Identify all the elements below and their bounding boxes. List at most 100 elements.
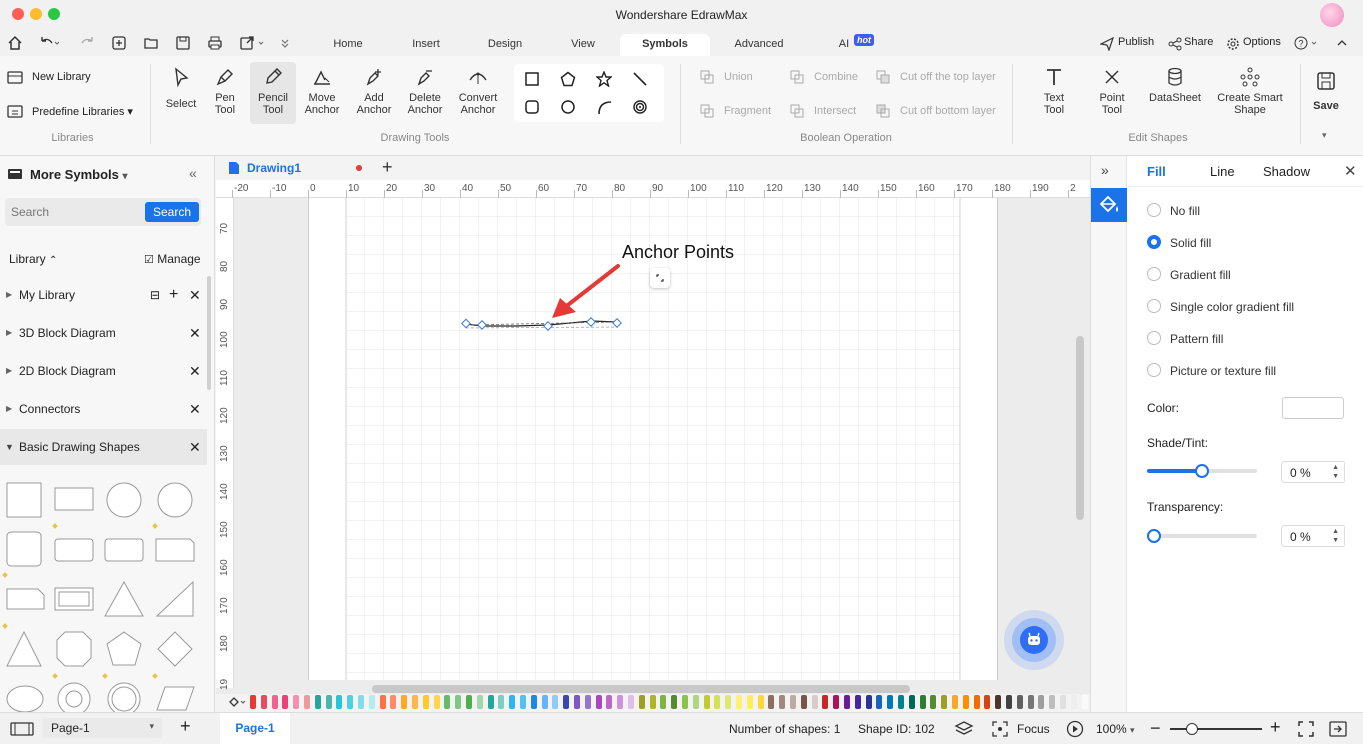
color-swatch[interactable]	[930, 695, 937, 709]
tab-design[interactable]: Design	[476, 34, 534, 56]
fit-page-icon[interactable]	[1298, 721, 1314, 737]
more-chevron-icon[interactable]	[279, 35, 291, 51]
color-swatch[interactable]	[325, 695, 332, 709]
shade-slider-handle[interactable]	[1195, 464, 1209, 478]
expand-panel-icon[interactable]: »	[1101, 162, 1109, 178]
stepper-icon[interactable]: ▲ ▼	[1332, 527, 1339, 545]
color-swatch[interactable]	[628, 695, 634, 709]
more-symbols-title[interactable]: More Symbols ▾	[30, 167, 128, 182]
intersect-button[interactable]: Intersect	[814, 105, 856, 117]
color-swatch[interactable]	[660, 695, 667, 709]
color-swatch[interactable]	[1060, 695, 1066, 709]
close-panel-icon[interactable]: ✕	[1344, 162, 1357, 180]
color-swatch[interactable]	[962, 695, 969, 709]
shape-parallelogram[interactable]	[156, 686, 195, 711]
panel-scrollbar[interactable]	[207, 276, 211, 390]
help-icon[interactable]: ?	[1294, 36, 1322, 50]
shape-rectangle[interactable]	[54, 487, 94, 511]
save-icon[interactable]	[175, 35, 191, 51]
search-button[interactable]: Search	[145, 202, 199, 222]
arc-tool-icon[interactable]	[596, 99, 612, 115]
shape-square[interactable]	[6, 482, 42, 518]
color-swatch[interactable]	[876, 695, 883, 709]
color-picker[interactable]	[1282, 397, 1344, 419]
library-item-my-library[interactable]: ▶ My Library ⊟ + ✕	[0, 277, 207, 313]
transparency-value-input[interactable]: 0 % ▲ ▼	[1281, 525, 1345, 547]
new-file-icon[interactable]	[111, 35, 127, 51]
color-swatch[interactable]	[1027, 695, 1034, 709]
add-anchor-button[interactable]: Add Anchor	[352, 66, 396, 116]
color-swatch[interactable]	[282, 695, 289, 709]
color-swatch[interactable]	[444, 695, 451, 709]
color-swatch[interactable]	[314, 695, 321, 709]
color-swatch[interactable]	[595, 695, 602, 709]
color-swatch[interactable]	[682, 695, 688, 709]
color-swatch[interactable]	[952, 695, 958, 709]
horizontal-scrollbar[interactable]	[372, 685, 910, 693]
import-icon[interactable]: ⊟	[150, 277, 160, 313]
library-item-connectors[interactable]: ▶ Connectors ✕	[0, 391, 207, 427]
share-button[interactable]: Share	[1184, 36, 1213, 48]
color-swatch[interactable]	[833, 695, 840, 709]
fullscreen-icon[interactable]	[1329, 721, 1347, 737]
home-icon[interactable]	[7, 35, 23, 51]
close-icon[interactable]: ✕	[189, 277, 201, 313]
color-swatch[interactable]	[466, 695, 472, 709]
line-tool-icon[interactable]	[632, 71, 648, 87]
color-swatch[interactable]	[520, 695, 526, 709]
library-item-2d-block-diagram[interactable]: ▶ 2D Block Diagram ✕	[0, 353, 207, 389]
tab-symbols[interactable]: Symbols	[620, 34, 710, 56]
zoom-slider-handle[interactable]	[1186, 723, 1198, 735]
color-swatch[interactable]	[368, 695, 375, 709]
color-swatch[interactable]	[250, 695, 256, 709]
color-swatch[interactable]	[1016, 695, 1023, 709]
rectangle-tool-icon[interactable]	[524, 71, 540, 87]
zoom-in-icon[interactable]: +	[1270, 717, 1281, 738]
star-tool-icon[interactable]	[596, 71, 612, 87]
color-swatch[interactable]	[1006, 695, 1012, 709]
color-swatch[interactable]	[692, 695, 699, 709]
color-swatch[interactable]	[844, 695, 850, 709]
layers-icon[interactable]	[954, 720, 974, 738]
color-swatch[interactable]	[347, 695, 354, 709]
color-swatch[interactable]	[487, 695, 494, 709]
zoom-dropdown[interactable]: 100% ▾	[1096, 722, 1135, 736]
color-swatch[interactable]	[574, 695, 580, 709]
color-swatch[interactable]	[649, 695, 656, 709]
color-swatch[interactable]	[563, 695, 570, 709]
shape-right-triangle[interactable]	[155, 580, 194, 617]
combine-button[interactable]: Combine	[814, 71, 858, 83]
tab-home[interactable]: Home	[320, 34, 376, 56]
color-swatch[interactable]	[973, 695, 980, 709]
color-swatch[interactable]	[736, 695, 742, 709]
shade-value-input[interactable]: 0 % ▲ ▼	[1281, 461, 1345, 483]
color-swatch[interactable]	[336, 695, 343, 709]
color-swatch[interactable]	[746, 695, 753, 709]
color-swatch[interactable]	[768, 695, 775, 709]
shape-diamond[interactable]	[157, 631, 193, 667]
shape-rounded-rectangle[interactable]	[54, 538, 94, 562]
color-swatch[interactable]	[584, 695, 591, 709]
no-fill-radio[interactable]	[1147, 203, 1161, 217]
cut-off-bottom-layer-button[interactable]: Cut off bottom layer	[900, 105, 996, 117]
picture-texture-fill-radio[interactable]	[1147, 363, 1161, 377]
rotate-handle-icon[interactable]	[650, 268, 670, 288]
close-icon[interactable]: ✕	[189, 353, 201, 389]
color-swatch[interactable]	[293, 695, 300, 709]
publish-button[interactable]: Publish	[1118, 36, 1154, 48]
new-library-button[interactable]: New Library	[32, 71, 91, 83]
point-tool-button[interactable]: Point Tool	[1090, 66, 1134, 116]
zoom-slider-track[interactable]	[1170, 723, 1262, 735]
cut-off-top-layer-button[interactable]: Cut off the top layer	[900, 71, 996, 83]
color-swatch[interactable]	[671, 695, 678, 709]
save-button[interactable]: Save	[1306, 70, 1346, 112]
stepper-icon[interactable]: ▲ ▼	[1332, 463, 1339, 481]
page-selector[interactable]: Page-1 ▾	[42, 718, 162, 738]
shape-rounded-square[interactable]	[6, 531, 42, 567]
color-swatch[interactable]	[530, 695, 537, 709]
union-button[interactable]: Union	[724, 71, 753, 83]
color-swatch[interactable]	[509, 695, 516, 709]
export-icon[interactable]	[239, 35, 267, 51]
tab-advanced[interactable]: Advanced	[722, 34, 796, 56]
open-folder-icon[interactable]	[143, 35, 159, 51]
